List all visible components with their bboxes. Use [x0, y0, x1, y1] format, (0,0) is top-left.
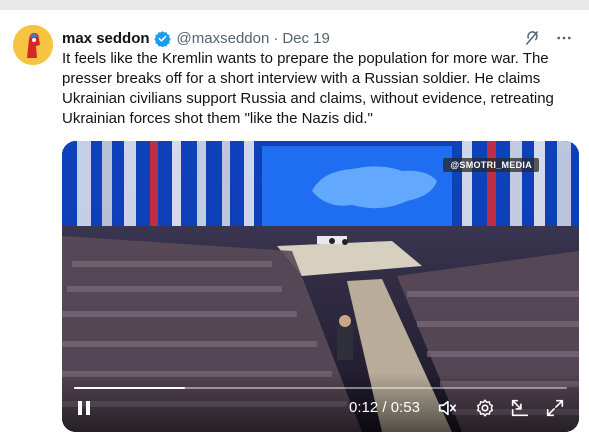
verified-badge-icon: [153, 30, 171, 47]
pause-icon[interactable]: [74, 396, 94, 420]
separator-dot: ·: [273, 29, 279, 47]
fullscreen-icon[interactable]: [544, 396, 566, 420]
video-player[interactable]: @SMOTRI_MEDIA 0:12 / 0:53: [62, 141, 579, 432]
current-time: 0:12: [349, 399, 379, 416]
handle[interactable]: @maxseddon: [177, 30, 270, 47]
progress-bar[interactable]: [74, 387, 567, 389]
display-name[interactable]: max seddon: [62, 30, 150, 47]
grok-icon[interactable]: [523, 29, 541, 47]
tweet-header: max seddon @maxseddon · Dec 19: [62, 27, 573, 49]
dock-icon[interactable]: [509, 396, 531, 420]
gear-icon[interactable]: [474, 396, 496, 420]
more-icon[interactable]: [555, 29, 573, 47]
controls-overlay: [62, 372, 579, 432]
progress-fill: [74, 387, 186, 389]
video-time: 0:12 / 0:53: [349, 399, 420, 416]
avatar[interactable]: [13, 25, 53, 65]
tweet-text: It feels like the Kremlin wants to prepa…: [62, 50, 554, 127]
duration: 0:53: [390, 399, 420, 416]
video-watermark: @SMOTRI_MEDIA: [443, 158, 539, 172]
tweet-card[interactable]: max seddon @maxseddon · Dec 19 It feels …: [0, 10, 589, 443]
timestamp[interactable]: Dec 19: [282, 30, 330, 47]
mute-icon[interactable]: [436, 396, 458, 420]
time-separator: /: [378, 399, 391, 416]
